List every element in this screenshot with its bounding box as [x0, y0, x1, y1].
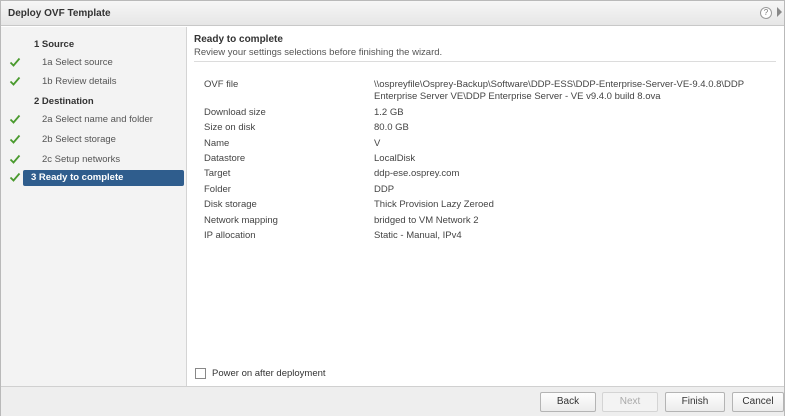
divider: [194, 61, 776, 62]
step-2c-setup-networks[interactable]: 2c Setup networks: [1, 151, 187, 169]
detail-value: ddp-ese.osprey.com: [374, 168, 460, 179]
wizard-steps-sidebar: 1 Source 1a Select source 1b Review deta…: [1, 27, 187, 386]
title-bar: Deploy OVF Template ?: [1, 1, 784, 26]
checkmark-icon: [9, 154, 21, 164]
dialog-title: Deploy OVF Template: [8, 8, 111, 19]
detail-value: \\ospreyfile\Osprey-Backup\Software\DDP-…: [374, 79, 744, 102]
step-label: 1a Select source: [42, 57, 113, 68]
step-1a-select-source[interactable]: 1a Select source: [1, 54, 187, 72]
step-label: 2c Setup networks: [42, 154, 121, 165]
step-label: 1 Source: [34, 39, 75, 50]
help-icon[interactable]: ?: [760, 7, 772, 19]
page-title: Ready to complete: [194, 34, 283, 45]
page-subtitle: Review your settings selections before f…: [194, 47, 443, 58]
detail-key: Network mapping: [204, 215, 278, 226]
detail-key: Disk storage: [204, 199, 257, 210]
step-label: 2a Select name and folder: [42, 114, 153, 125]
button-bar: Back Next Finish Cancel: [1, 386, 784, 416]
main-panel: Ready to complete Review your settings s…: [188, 27, 784, 386]
step-label: 2 Destination: [34, 96, 94, 107]
step-2-destination: 2 Destination: [1, 93, 187, 111]
checkmark-icon: [9, 134, 21, 144]
step-3-ready-to-complete[interactable]: 3 Ready to complete: [1, 169, 187, 187]
detail-key: OVF file: [204, 79, 239, 90]
cancel-button[interactable]: Cancel: [732, 392, 784, 412]
detail-value: LocalDisk: [374, 153, 416, 164]
detail-value: Static - Manual, IPv4: [374, 230, 462, 241]
detail-key: Download size: [204, 107, 266, 118]
checkmark-icon: [9, 57, 21, 67]
expand-arrow-icon[interactable]: [777, 7, 782, 17]
detail-value: V: [374, 138, 381, 149]
detail-value: Thick Provision Lazy Zeroed: [374, 199, 494, 210]
detail-key: Name: [204, 138, 230, 149]
power-on-label[interactable]: Power on after deployment: [212, 368, 326, 379]
detail-key: Folder: [204, 184, 231, 195]
finish-button[interactable]: Finish: [665, 392, 725, 412]
back-button[interactable]: Back: [540, 392, 596, 412]
step-1b-review-details[interactable]: 1b Review details: [1, 73, 187, 91]
detail-key: Target: [204, 168, 231, 179]
deploy-ovf-dialog: Deploy OVF Template ? 1 Source 1a Select…: [0, 0, 785, 416]
detail-key: Datastore: [204, 153, 246, 164]
detail-value: 80.0 GB: [374, 122, 409, 133]
power-on-checkbox[interactable]: [195, 368, 206, 379]
step-1-source: 1 Source: [1, 36, 187, 54]
step-label: 2b Select storage: [42, 134, 116, 145]
checkmark-icon: [9, 172, 21, 182]
step-label: 3 Ready to complete: [31, 172, 124, 183]
detail-value: 1.2 GB: [374, 107, 404, 118]
checkmark-icon: [9, 76, 21, 86]
detail-value: bridged to VM Network 2: [374, 215, 479, 226]
checkmark-icon: [9, 114, 21, 124]
detail-key: IP allocation: [204, 230, 256, 241]
next-button[interactable]: Next: [602, 392, 658, 412]
step-label: 1b Review details: [42, 76, 117, 87]
detail-key: Size on disk: [204, 122, 256, 133]
step-2a-select-name-and-folder[interactable]: 2a Select name and folder: [1, 111, 187, 129]
step-2b-select-storage[interactable]: 2b Select storage: [1, 131, 187, 149]
detail-value: DDP: [374, 184, 395, 195]
